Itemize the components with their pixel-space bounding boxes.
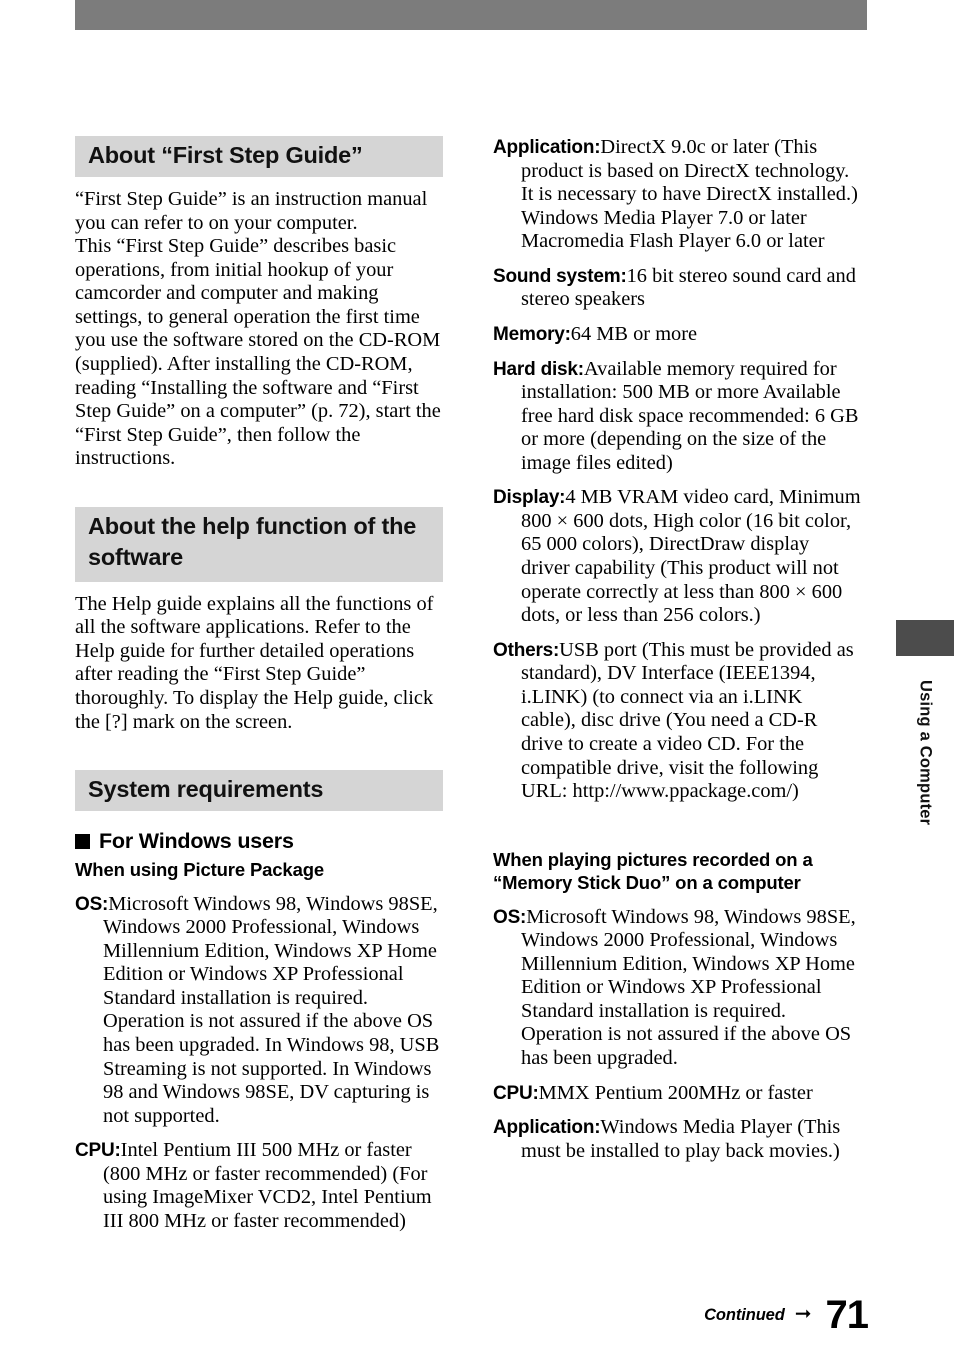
spec-entry-others: Others:USB port (This must be provided a…: [493, 639, 861, 804]
spec-value: USB port (This must be provided as stand…: [521, 638, 854, 803]
subheading-label: For Windows users: [99, 829, 294, 854]
spec-term: Application:: [493, 137, 601, 158]
spec-value: MMX Pentium 200MHz or faster: [538, 1081, 813, 1104]
spec-value: 64 MB or more: [570, 322, 698, 345]
spec-term: OS:: [493, 906, 527, 928]
spec-term: Hard disk:: [493, 358, 584, 380]
spec-entry-cpu-memory-stick: CPU:MMX Pentium 200MHz or faster: [493, 1082, 861, 1106]
subheading-memory-stick-duo: When playing pictures recorded on a “Mem…: [493, 848, 813, 894]
section-heading-about-first-step-guide: About “First Step Guide”: [75, 136, 443, 178]
header-bar: [75, 0, 867, 30]
subheading-for-windows-users: For Windows users: [75, 829, 443, 854]
section-heading-system-requirements: System requirements: [75, 770, 443, 812]
spec-value: Microsoft Windows 98, Windows 98SE, Wind…: [521, 905, 856, 1069]
spec-term: Sound system:: [493, 265, 627, 287]
page-footer: Continued ➞ 71: [704, 1293, 869, 1337]
left-column: About “First Step Guide” “First Step Gui…: [75, 136, 443, 1234]
section-heading-help-function: About the help function of the software: [75, 506, 443, 582]
subheading-when-using-picture-package: When using Picture Package: [75, 859, 325, 881]
right-column: Application:DirectX 9.0c or later (This …: [493, 136, 861, 1163]
spec-value: Intel Pentium III 500 MHz or faster (800…: [103, 1139, 432, 1232]
spec-entry-sound-system: Sound system:16 bit stereo sound card an…: [493, 265, 861, 312]
spec-term: OS:: [75, 893, 109, 915]
continued-label: Continued: [704, 1305, 785, 1324]
spec-entry-cpu: CPU:Intel Pentium III 500 MHz or faster …: [75, 1139, 443, 1233]
page-number: 71: [825, 1293, 869, 1337]
spec-entry-display: Display:4 MB VRAM video card, Minimum 80…: [493, 486, 861, 627]
spec-term: Application:: [493, 1117, 601, 1139]
spec-term: Others:: [493, 639, 560, 661]
side-tab-label: Using a Computer: [916, 680, 935, 826]
square-bullet-icon: [75, 834, 90, 850]
side-thumb-tab: Using a Computer: [896, 620, 954, 830]
spec-entry-application: Application:DirectX 9.0c or later (This …: [493, 136, 861, 254]
spec-entry-application-memory-stick: Application:Windows Media Player (This m…: [493, 1116, 861, 1163]
side-tab-marker: [896, 620, 954, 656]
manual-page: About “First Step Guide” “First Step Gui…: [0, 0, 954, 1357]
spec-term: Display:: [493, 487, 566, 509]
spec-term: CPU:: [75, 1140, 121, 1162]
paragraph-first-step-guide-describes: This “First Step Guide” describes basic …: [75, 235, 441, 470]
spec-value: 4 MB VRAM video card, Minimum 800 × 600 …: [521, 486, 861, 627]
spec-entry-os: OS:Microsoft Windows 98, Windows 98SE, W…: [75, 893, 443, 1129]
spec-entry-os-memory-stick: OS:Microsoft Windows 98, Windows 98SE, W…: [493, 906, 861, 1071]
paragraph-help-guide: The Help guide explains all the function…: [75, 592, 434, 733]
right-arrow-icon: ➞: [794, 1303, 812, 1325]
spec-entry-memory: Memory:64 MB or more: [493, 323, 861, 347]
spec-entry-hard-disk: Hard disk:Available memory required for …: [493, 358, 861, 476]
paragraph-first-step-guide-intro: “First Step Guide” is an instruction man…: [75, 188, 428, 234]
spec-term: CPU:: [493, 1082, 539, 1104]
spec-value: Microsoft Windows 98, Windows 98SE, Wind…: [103, 892, 440, 1127]
spec-term: Memory:: [493, 323, 571, 345]
